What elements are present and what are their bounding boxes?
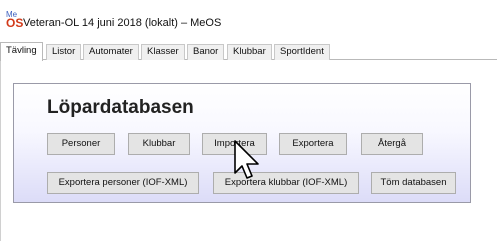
tab-klubbar[interactable]: Klubbar (227, 44, 272, 60)
clubs-button[interactable]: Klubbar (128, 133, 190, 155)
window-title: Veteran-OL 14 juni 2018 (lokalt) – MeOS (23, 17, 222, 29)
return-button[interactable]: Återgå (361, 133, 423, 155)
mouse-pointer-icon (234, 140, 259, 179)
export-button[interactable]: Exportera (279, 133, 347, 155)
tab-banor[interactable]: Banor (187, 44, 225, 60)
tab-sportident[interactable]: SportIdent (274, 44, 330, 60)
clear-database-button[interactable]: Töm databasen (371, 172, 456, 194)
title-bar: Me OS Veteran-OL 14 juni 2018 (lokalt) –… (0, 0, 497, 42)
tab-strip: Tävling Listor Automater Klasser Banor K… (0, 42, 497, 61)
panel-title: Löpardatabasen (47, 97, 194, 118)
app-icon-os-text: OS (6, 16, 24, 30)
tab-tavling[interactable]: Tävling (0, 42, 43, 61)
persons-button[interactable]: Personer (47, 133, 115, 155)
export-persons-iof-xml-button[interactable]: Exportera personer (IOF-XML) (47, 172, 199, 194)
meos-app-icon: Me OS (6, 11, 24, 30)
tab-listor[interactable]: Listor (46, 44, 82, 60)
tab-klasser[interactable]: Klasser (141, 44, 185, 60)
tab-automater[interactable]: Automater (83, 44, 139, 60)
